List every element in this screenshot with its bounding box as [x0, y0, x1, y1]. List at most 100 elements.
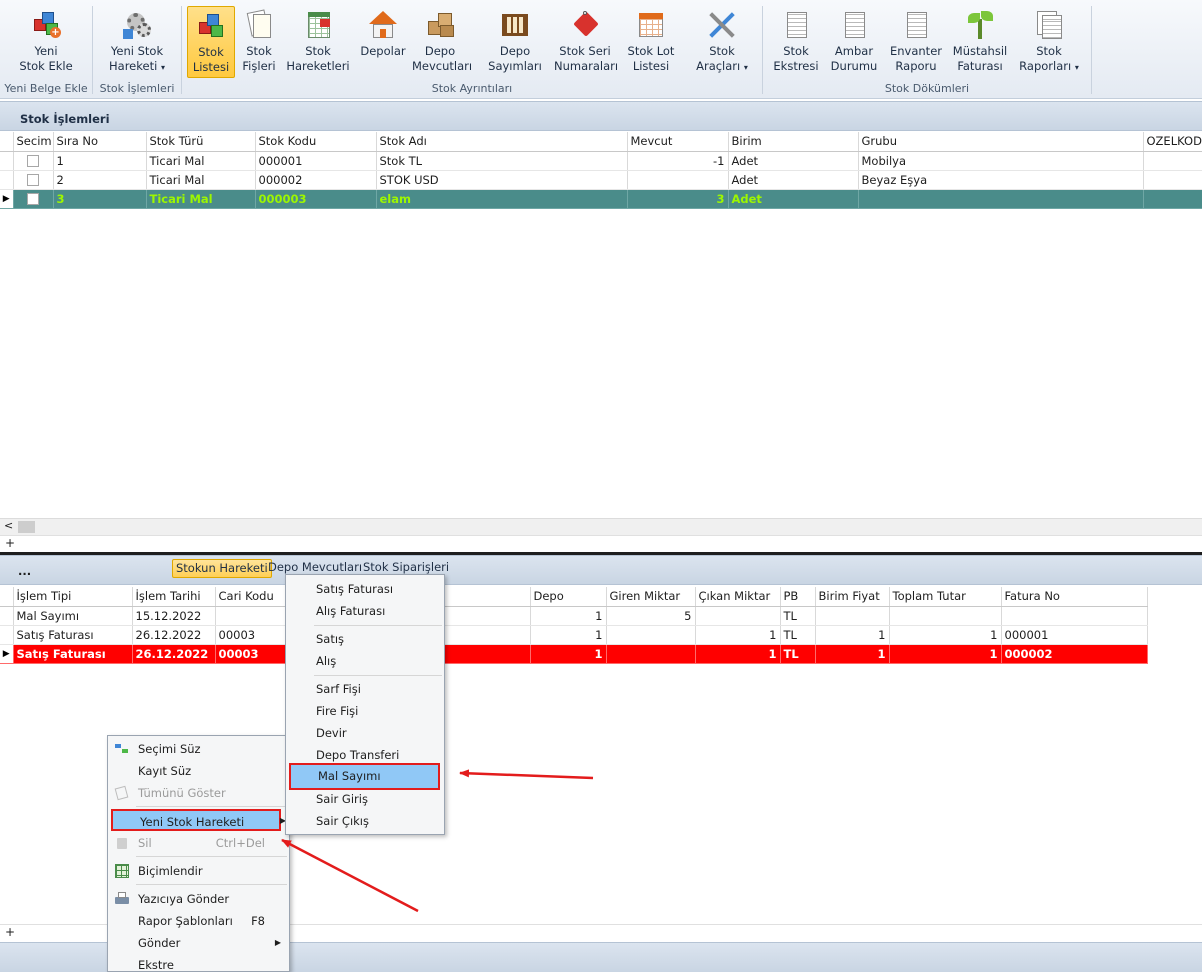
cell-ozelkod1[interactable] — [1143, 151, 1202, 171]
submenu-item-sair-cikis[interactable]: Sair Çıkış — [288, 810, 442, 832]
menu-item-yaziciya-gonder[interactable]: Yazıcıya Gönder — [110, 888, 287, 910]
column-header-cikan-miktar[interactable]: Çıkan Miktar — [695, 587, 781, 607]
submenu-item-satis-faturasi[interactable]: Satış Faturası — [288, 578, 442, 600]
cell-toplam-tutar[interactable]: 1 — [889, 644, 1002, 664]
table-row[interactable]: Mal Sayımı 15.12.2022 1 5 TL — [0, 606, 1148, 626]
cell-fatura-no[interactable] — [1001, 606, 1148, 626]
cell-cikan-miktar[interactable]: 1 — [695, 625, 781, 645]
cell-stok-turu[interactable]: Ticari Mal — [146, 189, 256, 209]
cell-pb[interactable]: TL — [780, 644, 816, 664]
cell-giren-miktar[interactable]: 5 — [606, 606, 696, 626]
cell-grubu[interactable] — [858, 189, 1144, 209]
add-row-icon[interactable]: + — [5, 536, 15, 550]
table-row-selected[interactable]: ▶ 3 Ticari Mal 000003 elam 3 Adet — [0, 189, 1202, 209]
cell-depo[interactable]: 1 — [530, 644, 607, 664]
cell-toplam-tutar[interactable] — [889, 606, 1002, 626]
menu-item-gonder[interactable]: Gönder ▶ — [110, 932, 287, 954]
submenu-item-sair-giris[interactable]: Sair Giriş — [288, 788, 442, 810]
submenu-item-devir[interactable]: Devir — [288, 722, 442, 744]
cell-grubu[interactable]: Beyaz Eşya — [858, 170, 1144, 190]
cell-mevcut[interactable]: 3 — [627, 189, 729, 209]
cell-mevcut[interactable]: -1 — [627, 151, 729, 171]
cell-islem-tarihi[interactable]: 26.12.2022 — [132, 644, 216, 664]
ambar-durumu-button[interactable]: Ambar Durumu — [828, 6, 880, 78]
cell-toplam-tutar[interactable]: 1 — [889, 625, 1002, 645]
cell-birim-fiyat[interactable] — [815, 606, 890, 626]
cell-ozelkod1[interactable] — [1143, 170, 1202, 190]
column-header-birim-fiyat[interactable]: Birim Fiyat — [815, 587, 890, 607]
column-header-ozelkod1[interactable]: OZELKOD1 — [1143, 132, 1202, 152]
column-header-stok-adi[interactable]: Stok Adı — [376, 132, 628, 152]
cell-birim-fiyat[interactable]: 1 — [815, 644, 890, 664]
cell-birim[interactable]: Adet — [728, 151, 859, 171]
table-row[interactable]: 2 Ticari Mal 000002 STOK USD Adet Beyaz … — [0, 170, 1202, 190]
cell-giren-miktar[interactable] — [606, 644, 696, 664]
column-header-sira-no[interactable]: Sıra No — [53, 132, 147, 152]
depo-mevcutlari-button[interactable]: Depo Mevcutları — [412, 6, 472, 78]
stok-seri-numaralari-button[interactable]: Stok Seri Numaraları — [554, 6, 618, 78]
submenu-item-sarf-fisi[interactable]: Sarf Fişi — [288, 678, 442, 700]
stok-ekstresi-button[interactable]: Stok Ekstresi — [771, 6, 821, 78]
cell-stok-adi[interactable]: Stok TL — [376, 151, 628, 171]
row-indicator[interactable] — [0, 625, 14, 645]
horizontal-scrollbar[interactable]: < — [0, 518, 1202, 535]
cell-islem-tipi[interactable]: Satış Faturası — [13, 644, 133, 664]
cell-stok-adi[interactable]: STOK USD — [376, 170, 628, 190]
submenu-item-satis[interactable]: Satış — [288, 628, 442, 650]
stok-listesi-button[interactable]: Stok Listesi — [187, 6, 235, 78]
column-header-stok-turu[interactable]: Stok Türü — [146, 132, 256, 152]
cell-stok-turu[interactable]: Ticari Mal — [146, 151, 256, 171]
cell-ozelkod1[interactable] — [1143, 189, 1202, 209]
cell-fatura-no[interactable]: 000002 — [1001, 644, 1148, 664]
cell-pb[interactable]: TL — [780, 606, 816, 626]
submenu-item-mal-sayimi[interactable]: Mal Sayımı — [289, 763, 440, 790]
yeni-stok-hareketi-button[interactable]: Yeni Stok Hareketi ▾ — [99, 6, 175, 78]
scroll-thumb[interactable] — [18, 521, 35, 533]
menu-item-tumunu-goster[interactable]: Tümünü Göster — [110, 782, 287, 804]
row-pointer-icon[interactable]: ▶ — [0, 644, 14, 664]
menu-item-rapor-sablonlari[interactable]: Rapor Şablonları F8 — [110, 910, 287, 932]
column-header-birim[interactable]: Birim — [728, 132, 859, 152]
depo-sayimlari-button[interactable]: Depo Sayımları — [484, 6, 546, 78]
menu-item-ekstre[interactable]: Ekstre — [110, 954, 287, 972]
menu-item-secimi-suz[interactable]: Seçimi Süz — [110, 738, 287, 760]
row-indicator[interactable] — [0, 151, 14, 171]
menu-item-bicimlendir[interactable]: Biçimlendir — [110, 860, 287, 882]
submenu-item-alis[interactable]: Alış — [288, 650, 442, 672]
stok-hareketleri-button[interactable]: Stok Hareketleri — [284, 6, 352, 78]
cell-islem-tipi[interactable]: Satış Faturası — [13, 625, 133, 645]
menu-item-yeni-stok-hareketi[interactable]: Yeni Stok Hareketi — [111, 809, 281, 831]
column-header-depo[interactable]: Depo — [530, 587, 607, 607]
add-row-icon[interactable]: + — [5, 925, 15, 939]
row-indicator[interactable] — [0, 606, 14, 626]
stok-fisleri-button[interactable]: Stok Fişleri — [237, 6, 281, 78]
cell-islem-tipi[interactable]: Mal Sayımı — [13, 606, 133, 626]
cell-stok-kodu[interactable]: 000001 — [255, 151, 377, 171]
column-header-stok-kodu[interactable]: Stok Kodu — [255, 132, 377, 152]
column-header-islem-tipi[interactable]: İşlem Tipi — [13, 587, 133, 607]
table-row[interactable]: 1 Ticari Mal 000001 Stok TL -1 Adet Mobi… — [0, 151, 1202, 171]
row-pointer-icon[interactable]: ▶ — [0, 189, 14, 209]
row-indicator[interactable] — [0, 170, 14, 190]
table-row[interactable]: Satış Faturası 26.12.2022 00003 1 1 TL 1… — [0, 625, 1148, 645]
stok-lot-listesi-button[interactable]: Stok Lot Listesi — [625, 6, 677, 78]
panel-menu-ellipsis[interactable]: ... — [18, 564, 31, 578]
cell-cikan-miktar[interactable] — [695, 606, 781, 626]
cell-birim[interactable]: Adet — [728, 189, 859, 209]
cell-birim[interactable]: Adet — [728, 170, 859, 190]
scroll-left-icon[interactable]: < — [4, 519, 13, 532]
yeni-stok-ekle-button[interactable]: + Yeni Stok Ekle — [8, 6, 84, 78]
cell-depo[interactable]: 1 — [530, 625, 607, 645]
envanter-raporu-button[interactable]: Envanter Raporu — [887, 6, 945, 78]
cell-birim-fiyat[interactable]: 1 — [815, 625, 890, 645]
cell-fatura-no[interactable]: 000001 — [1001, 625, 1148, 645]
cell-stok-kodu[interactable]: 000002 — [255, 170, 377, 190]
submenu-item-fire-fisi[interactable]: Fire Fişi — [288, 700, 442, 722]
cell-sira-no[interactable]: 3 — [53, 189, 147, 209]
cell-grubu[interactable]: Mobilya — [858, 151, 1144, 171]
column-header-pb[interactable]: PB — [780, 587, 816, 607]
secim-checkbox[interactable] — [27, 193, 39, 205]
menu-item-sil[interactable]: Sil Ctrl+Del — [110, 832, 287, 854]
cell-stok-kodu[interactable]: 000003 — [255, 189, 377, 209]
cell-stok-turu[interactable]: Ticari Mal — [146, 170, 256, 190]
